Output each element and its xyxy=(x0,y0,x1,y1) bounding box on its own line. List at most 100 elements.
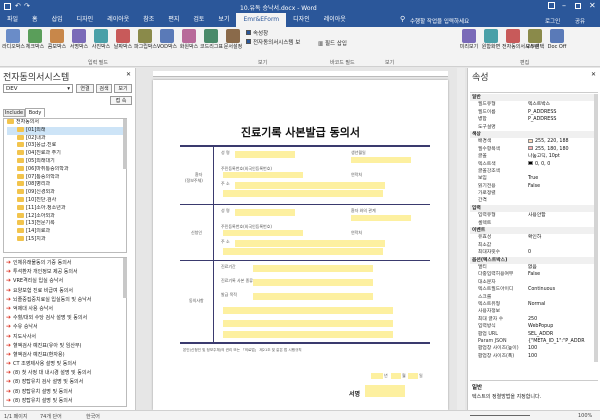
list-item[interactable]: ➔ (8) 장탑유치 설명 및 동의서 xyxy=(6,387,126,396)
list-item[interactable]: ➔ 수유 승낙서 xyxy=(6,322,126,331)
tab-7[interactable]: 검토 xyxy=(186,13,211,27)
property-row[interactable]: 최대 글자 수 250 xyxy=(470,316,594,323)
tab-6[interactable]: 편지 xyxy=(161,13,186,27)
status-page[interactable]: 1/1 페이지 xyxy=(4,413,27,420)
vertical-scrollbar[interactable] xyxy=(457,68,465,410)
list-scrollbar[interactable] xyxy=(123,258,127,298)
ribbon-button-8[interactable]: 화원박스 xyxy=(178,29,200,50)
pane-close-icon[interactable]: ✕ xyxy=(126,71,131,78)
property-row[interactable]: 팝업창 사이즈(높이) 100 xyxy=(470,345,594,352)
property-row[interactable]: 병합 P_ADDRESS xyxy=(470,116,594,123)
undo-icon[interactable]: ↶ xyxy=(15,2,21,10)
list-item[interactable]: ➔ (8) 장탑유치 설명 및 동의서 xyxy=(6,396,126,405)
signature-field[interactable] xyxy=(365,385,405,397)
list-item[interactable]: ➔ 억제대 사용 승낙서 xyxy=(6,304,126,313)
property-row[interactable]: 색상 xyxy=(470,130,594,139)
tree-item[interactable]: [12]소아외과 xyxy=(7,212,126,221)
property-row[interactable]: 글꼴강조색 xyxy=(470,168,594,175)
relation-field[interactable] xyxy=(351,215,411,221)
search-button[interactable]: 검색 xyxy=(96,84,112,93)
tree-item[interactable]: [11]소아.청소년과 xyxy=(7,204,126,213)
property-row[interactable]: 셀렉트 xyxy=(470,220,594,227)
ribbon-right-button-2[interactable]: 전자동의서시스템 xyxy=(502,29,539,50)
consent-field-3[interactable] xyxy=(223,331,393,338)
property-row[interactable]: 사용자정보 xyxy=(470,308,594,315)
property-row[interactable]: 필드유형 텍스트박스 xyxy=(470,101,594,108)
ribbon-right-button-1[interactable]: 원함화면 xyxy=(480,29,502,50)
maximize-button[interactable] xyxy=(575,3,581,9)
tab-body[interactable]: Body xyxy=(25,108,45,117)
list-item[interactable]: ➔ 혈액검사 예진표(유아 및 임산부) xyxy=(6,341,126,350)
list-item[interactable]: ➔ 요양보험 진료 비급여 동의서 xyxy=(6,286,126,295)
share-button[interactable]: 공유 xyxy=(575,17,585,25)
ribbon-display-icon[interactable] xyxy=(548,2,555,9)
date-month-field[interactable] xyxy=(391,373,401,379)
status-lang[interactable]: 한국어 xyxy=(86,413,100,420)
list-item[interactable]: ➔ 혈액검사 예진표(환자용) xyxy=(6,350,126,359)
property-row[interactable]: 다중입력허용여부 False xyxy=(470,271,594,278)
close-button[interactable]: ✕ xyxy=(589,1,596,10)
tree-item[interactable]: [01]외래 xyxy=(7,126,126,135)
property-row[interactable]: 멀티 없음 xyxy=(470,264,594,271)
view-button[interactable]: 보기 xyxy=(114,84,132,93)
property-row[interactable]: 스크롤 xyxy=(470,294,594,301)
list-item[interactable]: ➔ 투석환자 개인정보 제공 동의서 xyxy=(6,267,126,276)
property-row[interactable]: 팝업창 사이즈(폭) 100 xyxy=(470,353,594,360)
property-row[interactable]: 텍스트필드아이디 Continuous xyxy=(470,286,594,293)
period-field[interactable] xyxy=(253,265,373,272)
property-row[interactable]: 텍스트색 0, 0, 0 xyxy=(470,161,594,168)
property-row[interactable]: 간격 xyxy=(470,197,594,204)
ribbon-button-2[interactable]: 콤보박스 xyxy=(46,29,68,50)
tree-item[interactable]: [07]통증의학과 xyxy=(7,173,126,182)
barcode-field-button[interactable]: ▥ 필드 삽입 xyxy=(318,39,347,47)
ribbon-button-0[interactable]: 라디오박스 xyxy=(2,29,25,50)
tab-9[interactable]: Emr&EForm xyxy=(236,13,287,27)
tree-item[interactable]: [06]마취통증의학과 xyxy=(7,165,126,174)
property-row[interactable]: 필수항목색 255, 180, 180 xyxy=(470,146,594,153)
tree-item[interactable]: [14]의료과 xyxy=(7,228,126,236)
property-row[interactable]: 배경색 255, 220, 188 xyxy=(470,138,594,145)
tab-include[interactable]: Include xyxy=(3,109,25,117)
tab-3[interactable]: 디자인 xyxy=(70,13,101,27)
ribbon-button-10[interactable]: 문서설정 xyxy=(222,29,244,50)
property-row[interactable]: 텍스트유형 Normal xyxy=(470,301,594,308)
list-item[interactable]: ➔ 지도사사서 xyxy=(6,332,126,341)
save-icon[interactable] xyxy=(4,3,11,10)
date-day-field[interactable] xyxy=(408,373,418,379)
property-row[interactable]: 읽기전용 False xyxy=(470,183,594,190)
ribbon-right-button-0[interactable]: 미리보기 xyxy=(458,29,480,50)
ribbon-button-4[interactable]: 사진박스 xyxy=(90,29,112,50)
property-row[interactable]: 옵션(텍스트박스) xyxy=(470,256,594,264)
rrn-field[interactable] xyxy=(223,172,303,178)
property-row[interactable]: 도구설명 xyxy=(470,124,594,131)
tree-item[interactable]: [04]진료과 주기 xyxy=(7,150,126,158)
ribbon-button-7[interactable]: VOD박스 xyxy=(156,29,178,50)
applicant-address-field[interactable] xyxy=(235,240,385,247)
status-zoom[interactable]: 100% xyxy=(578,413,592,419)
properties-close-icon[interactable]: ✕ xyxy=(591,71,596,78)
tree-item[interactable]: [08]병리과 xyxy=(7,181,126,189)
tree-item[interactable]: 전자동의서 xyxy=(7,119,126,127)
zoom-slider[interactable] xyxy=(470,415,530,416)
tree-item[interactable]: [09]신경외과 xyxy=(7,189,126,197)
minimize-button[interactable]: – xyxy=(562,1,566,10)
property-row[interactable]: 대소문자 xyxy=(470,279,594,286)
ribbon-right-button-3[interactable]: 모두선택 xyxy=(524,29,546,50)
tree-scrollbar[interactable] xyxy=(123,119,127,169)
property-row[interactable]: Param JSON {"META_ID_1":"P_ADDR xyxy=(470,338,594,345)
ribbon-button-9[interactable]: 코드리그표 xyxy=(200,29,223,50)
birth-field[interactable] xyxy=(351,157,411,163)
address-detail-field[interactable] xyxy=(223,190,383,197)
search-icon[interactable]: ⚲ xyxy=(400,15,405,23)
list-item[interactable]: ➔ VRE격리실 입실 승낙서 xyxy=(6,276,126,285)
property-row[interactable]: 가로정렬 xyxy=(470,190,594,197)
tree-item[interactable]: [03]응급.진료 xyxy=(7,142,126,150)
login-link[interactable]: 로그인 xyxy=(545,17,560,25)
tree-item[interactable]: [02]내과 xyxy=(7,134,126,143)
ribbon-button-3[interactable]: 서명박스 xyxy=(68,29,90,50)
list-item[interactable]: ➔ 뇌졸중집중치료실 입실동의 및 승낙서 xyxy=(6,295,126,304)
list-item[interactable]: ➔ (8) 첫 사정 대 내시경 설명 및 동의서 xyxy=(6,368,126,377)
list-item[interactable]: ➔ 인체유래물동의 기증 동의서 xyxy=(6,258,126,267)
tree-item[interactable]: [05]외래대기 xyxy=(7,157,126,166)
record-type-field[interactable] xyxy=(253,279,373,286)
